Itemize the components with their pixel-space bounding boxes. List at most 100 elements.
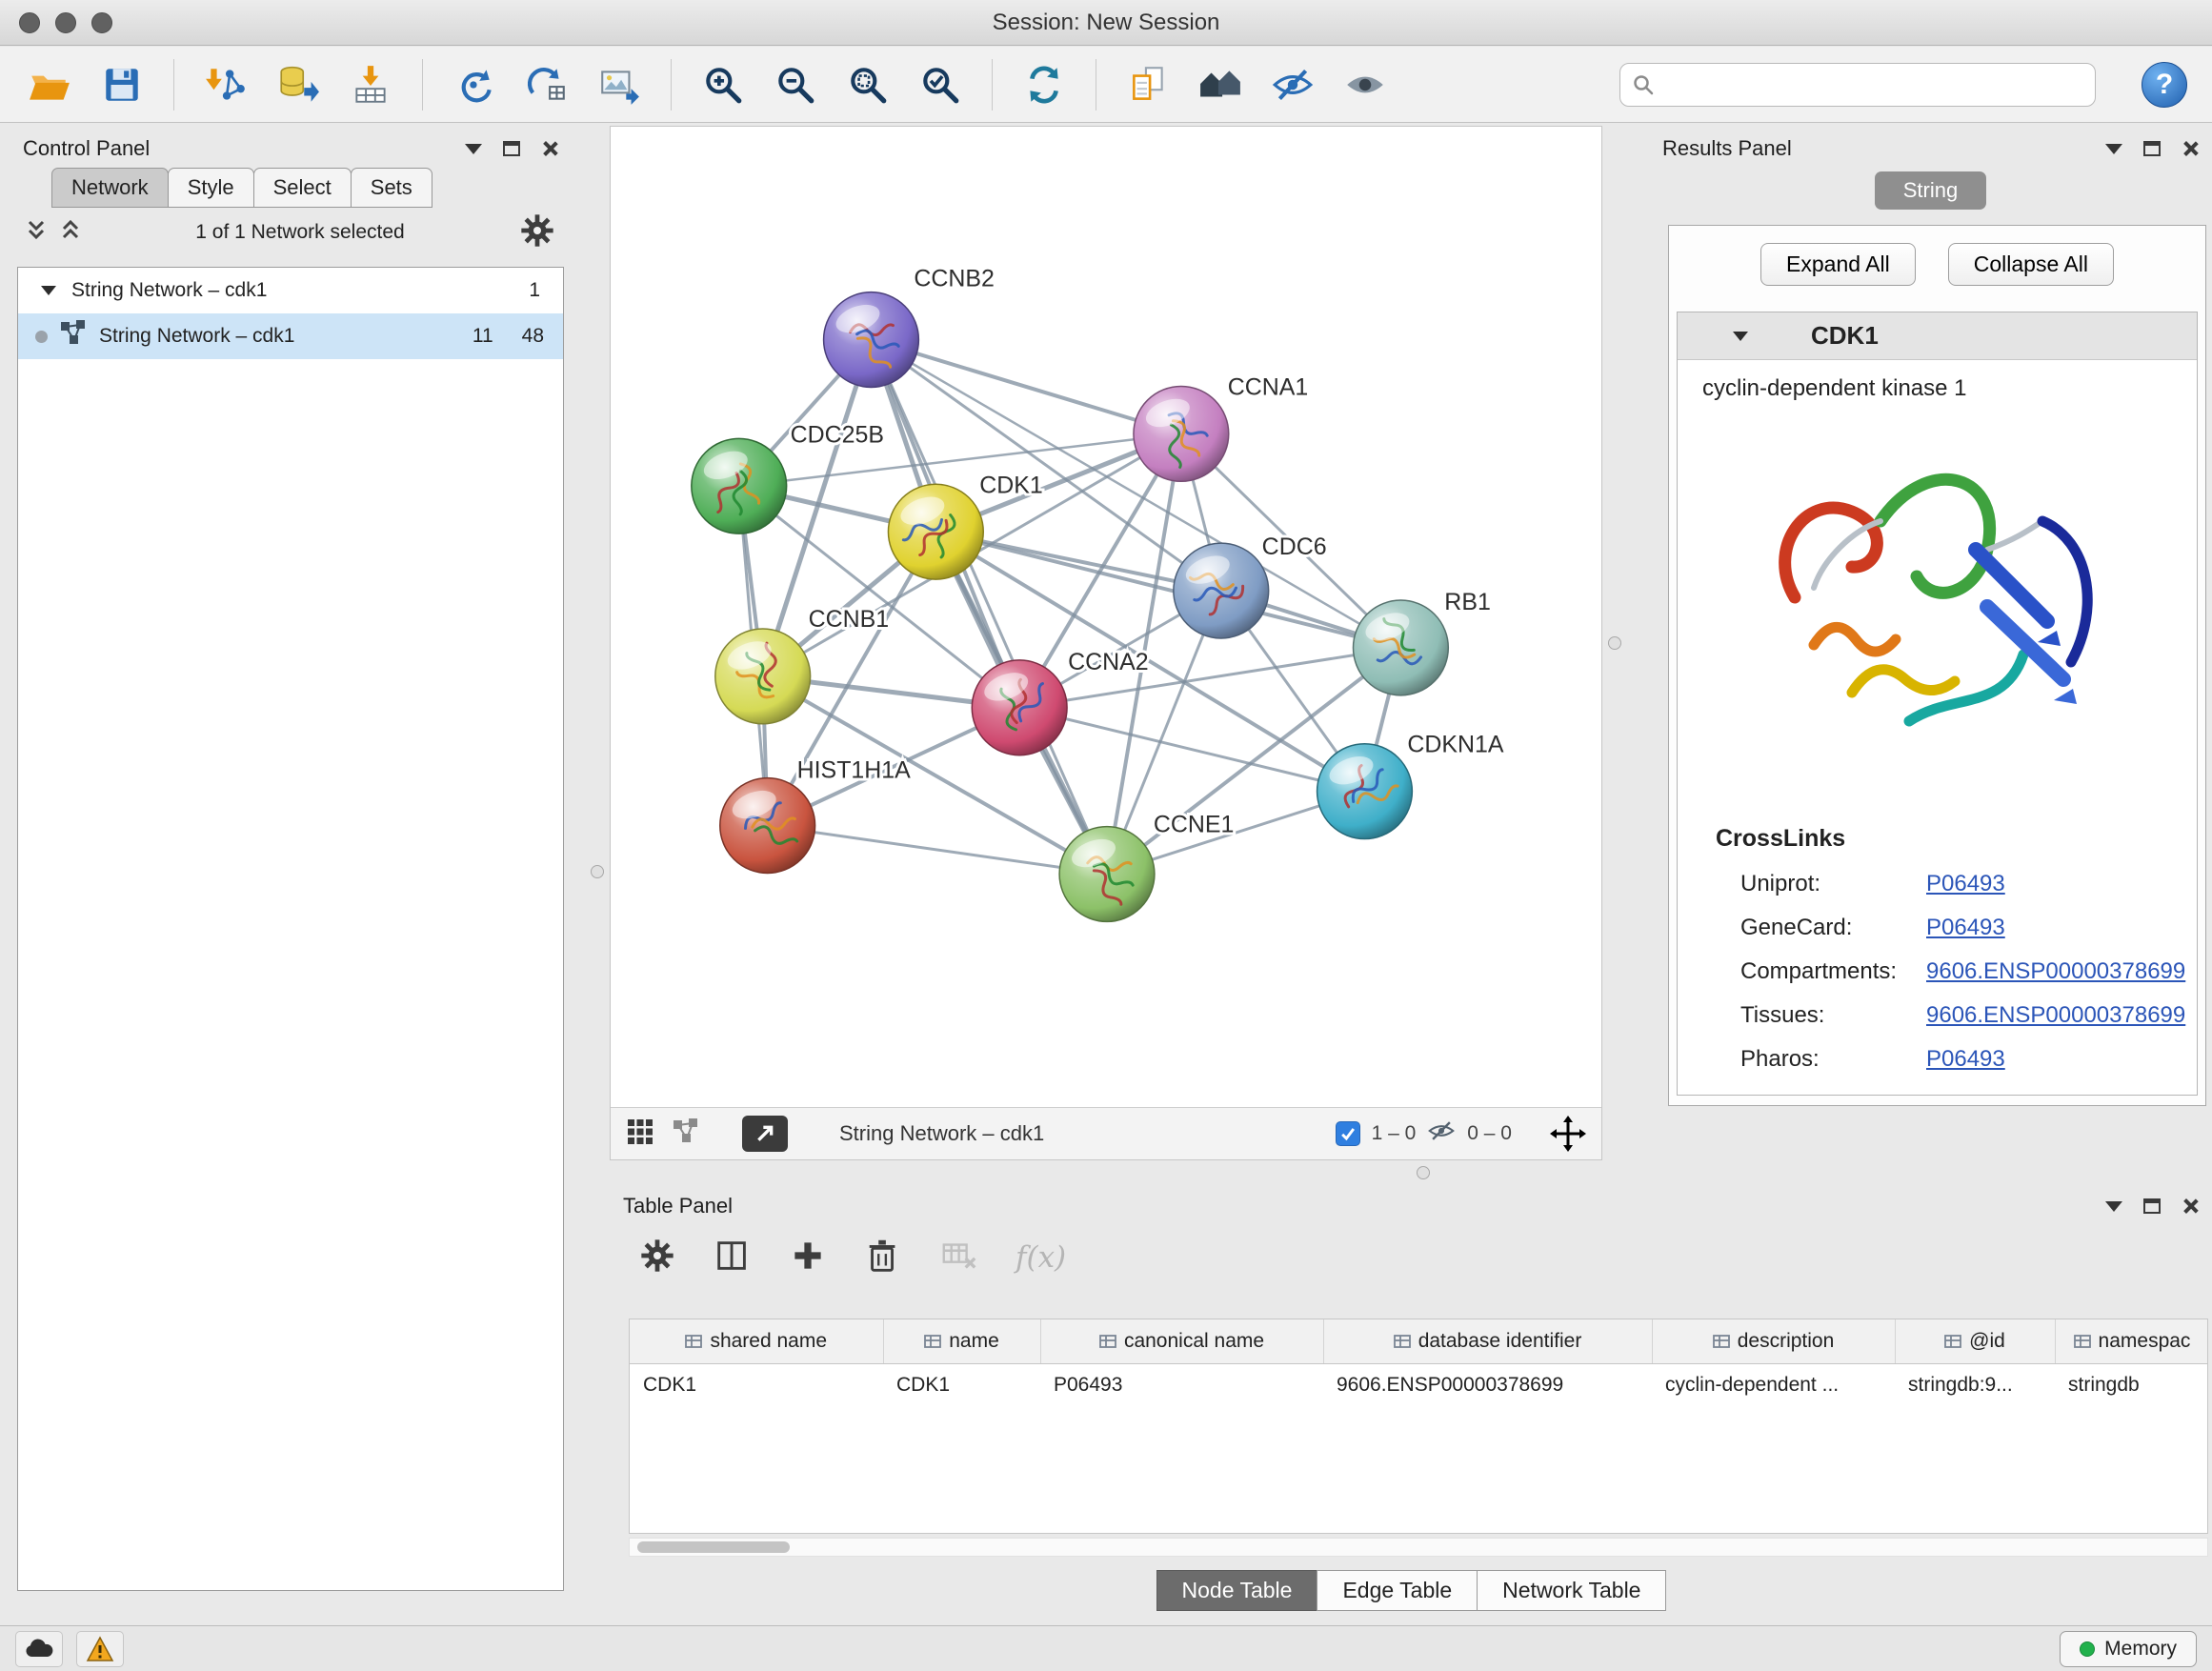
help-button[interactable]: ? xyxy=(2142,62,2187,108)
gear-icon[interactable] xyxy=(518,211,556,254)
bottom-splitter-handle[interactable] xyxy=(1417,1166,1430,1179)
open-session-button[interactable] xyxy=(25,59,74,111)
search-input[interactable] xyxy=(1662,73,2083,96)
panel-menu-icon[interactable] xyxy=(2105,1201,2122,1212)
network-node-rb1[interactable]: RB1 xyxy=(1353,589,1490,695)
home-button[interactable] xyxy=(1196,59,1245,111)
expand-all-icon[interactable] xyxy=(59,218,82,248)
new-network-button[interactable] xyxy=(450,59,499,111)
panel-menu-icon[interactable] xyxy=(2105,144,2122,154)
tab-edge-table[interactable]: Edge Table xyxy=(1317,1570,1478,1611)
network-node-cdc25b[interactable]: CDC25B xyxy=(692,421,884,534)
table-cell[interactable]: P06493 xyxy=(1040,1363,1323,1407)
left-splitter-handle[interactable] xyxy=(591,865,604,878)
network-node-cdk1[interactable]: CDK1 xyxy=(888,472,1042,579)
right-splitter-handle[interactable] xyxy=(1608,636,1621,650)
close-panel-icon[interactable] xyxy=(541,140,558,157)
delete-column-trash-icon[interactable] xyxy=(863,1236,903,1280)
table-settings-gear-icon[interactable] xyxy=(638,1237,676,1279)
float-panel-icon[interactable] xyxy=(503,141,520,156)
gene-section-header[interactable]: CDK1 xyxy=(1678,312,2197,360)
panel-menu-icon[interactable] xyxy=(465,144,482,154)
network-canvas[interactable]: CCNB2CCNA1CDC25BCDK1CDC6RB1CCNB1CCNA2CDK… xyxy=(611,127,1601,1107)
collapse-all-button[interactable]: Collapse All xyxy=(1948,243,2114,286)
column-header-name[interactable]: name xyxy=(883,1319,1040,1363)
add-column-icon[interactable] xyxy=(789,1237,827,1279)
detach-view-button[interactable] xyxy=(742,1116,788,1152)
column-header-shared-name[interactable]: shared name xyxy=(630,1319,883,1363)
share-network-icon[interactable] xyxy=(672,1117,700,1151)
float-panel-icon[interactable] xyxy=(2143,1198,2161,1214)
edge-count: 48 xyxy=(522,325,544,348)
table-cell[interactable]: stringdb:9... xyxy=(1895,1363,2055,1407)
tab-sets[interactable]: Sets xyxy=(351,168,432,208)
save-session-button[interactable] xyxy=(97,59,147,111)
hide-graphics-button[interactable] xyxy=(1268,59,1317,111)
table-cell[interactable]: CDK1 xyxy=(883,1363,1040,1407)
import-table-button[interactable] xyxy=(346,59,395,111)
crosslink-row: Uniprot:P06493 xyxy=(1716,862,2197,906)
cloud-button[interactable] xyxy=(15,1631,63,1667)
close-panel-icon[interactable] xyxy=(2182,1198,2199,1215)
column-header-canonical-name[interactable]: canonical name xyxy=(1040,1319,1323,1363)
network-node-ccna1[interactable]: CCNA1 xyxy=(1134,373,1308,481)
tab-network-table[interactable]: Network Table xyxy=(1477,1570,1666,1611)
network-from-selection-button[interactable] xyxy=(522,59,572,111)
crosslink-link[interactable]: P06493 xyxy=(1926,915,2005,941)
network-edge[interactable] xyxy=(871,340,1107,875)
column-header-database-identifier[interactable]: database identifier xyxy=(1323,1319,1652,1363)
tab-style[interactable]: Style xyxy=(168,168,254,208)
table-horizontal-scrollbar[interactable] xyxy=(629,1538,2208,1557)
show-graphics-button[interactable] xyxy=(1340,59,1390,111)
tab-node-table[interactable]: Node Table xyxy=(1156,1570,1318,1611)
table-cell[interactable]: cyclin-dependent ... xyxy=(1652,1363,1895,1407)
expand-all-button[interactable]: Expand All xyxy=(1760,243,1916,286)
table-row[interactable]: CDK1CDK1P064939606.ENSP00000378699cyclin… xyxy=(630,1363,2208,1407)
hidden-edges-count: 0 – 0 xyxy=(1467,1122,1512,1145)
network-edge[interactable] xyxy=(935,532,1400,648)
tab-string[interactable]: String xyxy=(1875,171,1986,210)
zoom-fit-button[interactable] xyxy=(843,59,893,111)
crosslink-link[interactable]: P06493 xyxy=(1926,871,2005,897)
show-columns-icon[interactable] xyxy=(713,1236,753,1280)
table-cell[interactable]: 9606.ENSP00000378699 xyxy=(1323,1363,1652,1407)
network-collection-row[interactable]: String Network – cdk1 1 xyxy=(18,268,563,313)
column-header-description[interactable]: description xyxy=(1652,1319,1895,1363)
collapse-tree-icon[interactable] xyxy=(41,286,56,295)
network-node-hist1h1a[interactable]: HIST1H1A xyxy=(720,757,911,874)
crosslink-link[interactable]: P06493 xyxy=(1926,1046,2005,1073)
column-header--id[interactable]: @id xyxy=(1895,1319,2055,1363)
crosshair-icon[interactable] xyxy=(1550,1116,1586,1152)
tab-select[interactable]: Select xyxy=(253,168,352,208)
zoom-in-button[interactable] xyxy=(698,59,748,111)
network-edge[interactable] xyxy=(871,340,1180,434)
import-network-file-button[interactable] xyxy=(201,59,251,111)
zoom-out-button[interactable] xyxy=(771,59,820,111)
collapse-all-icon[interactable] xyxy=(25,218,48,248)
network-row-selected[interactable]: String Network – cdk1 11 48 xyxy=(18,313,563,359)
tab-network[interactable]: Network xyxy=(51,168,169,208)
hidden-eye-icon[interactable] xyxy=(1427,1117,1456,1151)
import-network-database-button[interactable] xyxy=(273,59,323,111)
collapse-section-icon[interactable] xyxy=(1733,332,1748,341)
export-image-button[interactable] xyxy=(594,59,644,111)
network-node-cdkn1a[interactable]: CDKN1A xyxy=(1317,732,1504,839)
close-panel-icon[interactable] xyxy=(2182,140,2199,157)
table-cell[interactable]: CDK1 xyxy=(630,1363,883,1407)
float-panel-icon[interactable] xyxy=(2143,141,2161,156)
scrollbar-thumb[interactable] xyxy=(637,1541,790,1553)
apply-layout-button[interactable] xyxy=(1019,59,1069,111)
zoom-selected-button[interactable] xyxy=(915,59,965,111)
birdseye-grid-icon[interactable] xyxy=(626,1117,654,1151)
network-edge[interactable] xyxy=(768,826,1107,875)
crosslink-link[interactable]: 9606.ENSP00000378699 xyxy=(1926,958,2185,985)
network-node-ccna2[interactable]: CCNA2 xyxy=(972,649,1148,755)
warnings-button[interactable] xyxy=(76,1631,124,1667)
selected-nodes-checkbox[interactable] xyxy=(1336,1121,1360,1146)
column-header-namespac[interactable]: namespac xyxy=(2055,1319,2208,1363)
table-cell[interactable]: stringdb xyxy=(2055,1363,2208,1407)
network-node-ccnb1[interactable]: CCNB1 xyxy=(715,606,889,724)
crosslink-link[interactable]: 9606.ENSP00000378699 xyxy=(1926,1002,2185,1029)
memory-button[interactable]: Memory xyxy=(2060,1631,2197,1667)
open-browser-button[interactable] xyxy=(1123,59,1173,111)
